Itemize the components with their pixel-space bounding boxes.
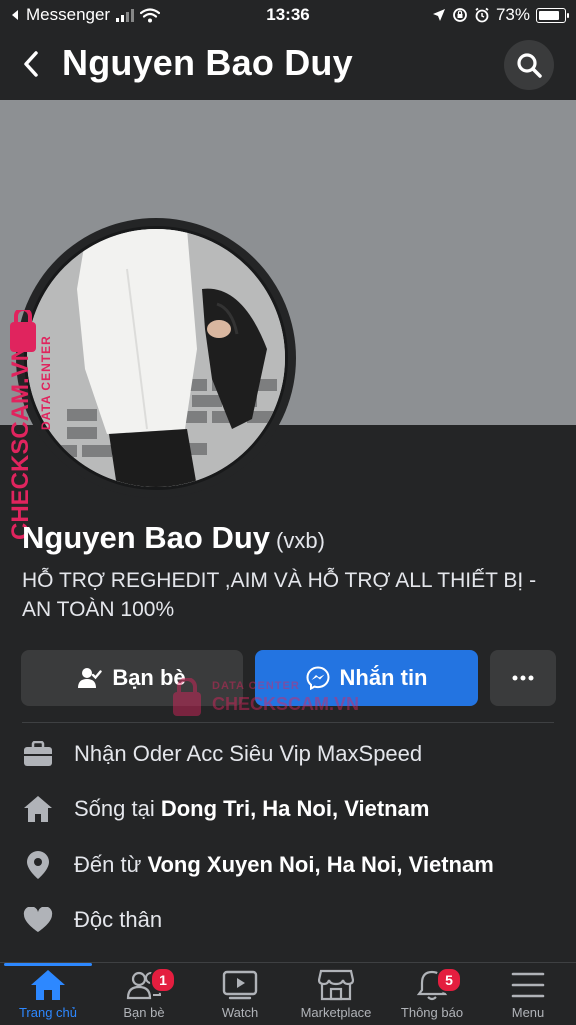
bottom-tab-bar: Trang chủ 1 Bạn bè Watch Marketplace 5 T… [0,962,576,1025]
search-button[interactable] [504,40,554,90]
tab-label: Marketplace [300,1005,372,1020]
tab-home[interactable]: Trang chủ [0,967,96,1025]
tab-label: Menu [511,1005,545,1020]
profile-name: Nguyen Bao Duy (vxb) [22,520,325,556]
avatar-photo [27,229,285,487]
tab-watch[interactable]: Watch [192,967,288,1025]
notifications-badge: 5 [436,967,462,993]
svg-text:DATA CENTER: DATA CENTER [39,335,53,430]
heart-icon [22,904,54,936]
detail-lives-in: Sống tại Dong Tri, Ha Noi, Vietnam [22,789,429,829]
chevron-left-icon [24,51,38,77]
home-icon [31,970,65,1000]
alternate-name: (vxb) [276,528,325,553]
from-text: Đến từ Vong Xuyen Noi, Ha Noi, Vietnam [74,852,494,878]
house-icon [22,793,54,825]
battery-percent: 73% [495,5,530,24]
search-icon [517,53,542,78]
tab-friends[interactable]: 1 Bạn bè [96,967,192,1025]
svg-text:CHECKSCAM.VN: CHECKSCAM.VN [7,344,34,540]
lives-in-text: Sống tại Dong Tri, Ha Noi, Vietnam [74,796,429,822]
detail-relationship: Độc thân [22,900,162,940]
marketplace-icon [318,969,354,1001]
lives-in-prefix: Sống tại [74,796,155,821]
status-right: 73% [432,5,569,25]
tab-menu[interactable]: Menu [480,967,576,1025]
profile-header: Nguyen Bao Duy [0,30,576,100]
detail-from: Đến từ Vong Xuyen Noi, Ha Noi, Vietnam [22,845,494,885]
tab-notifications[interactable]: 5 Thông báo [384,967,480,1025]
friend-check-icon [78,668,103,688]
more-options-button[interactable] [490,650,556,706]
section-divider [22,722,554,723]
relationship-text: Độc thân [74,907,163,932]
location-pin-icon [22,849,54,881]
active-tab-indicator [4,963,92,966]
checkscam-watermark-center: DATA CENTER CHECKSCAM.VN [170,676,370,718]
watermark-lock-icon [173,678,201,716]
tab-label: Thông báo [400,1005,464,1020]
profile-bio: HỖ TRỢ REGHEDIT ,AIM VÀ HỖ TRỢ ALL THIẾT… [22,569,537,621]
watermark-line2: CHECKSCAM.VN [212,694,360,714]
watermark-line1: DATA CENTER [212,680,300,692]
lives-in-place[interactable]: Dong Tri, Ha Noi, Vietnam [161,796,430,821]
tab-label: Trang chủ [18,1005,78,1020]
location-icon [432,9,445,21]
more-dots-icon [512,675,534,681]
friends-badge: 1 [150,967,176,993]
battery-icon [536,7,569,23]
from-place[interactable]: Vong Xuyen Noi, Ha Noi, Vietnam [147,852,493,877]
profile-name-text: Nguyen Bao Duy [22,520,271,555]
status-bar: Messenger 13:36 73% [0,0,576,30]
from-prefix: Đến từ [74,852,142,877]
tab-label: Watch [221,1005,259,1020]
menu-icon [511,972,545,998]
alarm-icon [475,7,489,23]
tab-marketplace[interactable]: Marketplace [288,967,384,1025]
watch-icon [222,970,258,1000]
briefcase-icon [22,738,54,770]
detail-work: Nhận Oder Acc Siêu Vip MaxSpeed [22,734,422,774]
tab-label: Bạn bè [123,1005,165,1020]
back-button[interactable] [16,46,46,82]
profile-avatar[interactable] [24,226,288,490]
work-text: Nhận Oder Acc Siêu Vip MaxSpeed [74,741,423,766]
page-title: Nguyen Bao Duy [62,42,353,83]
rotation-lock-icon [453,8,467,22]
